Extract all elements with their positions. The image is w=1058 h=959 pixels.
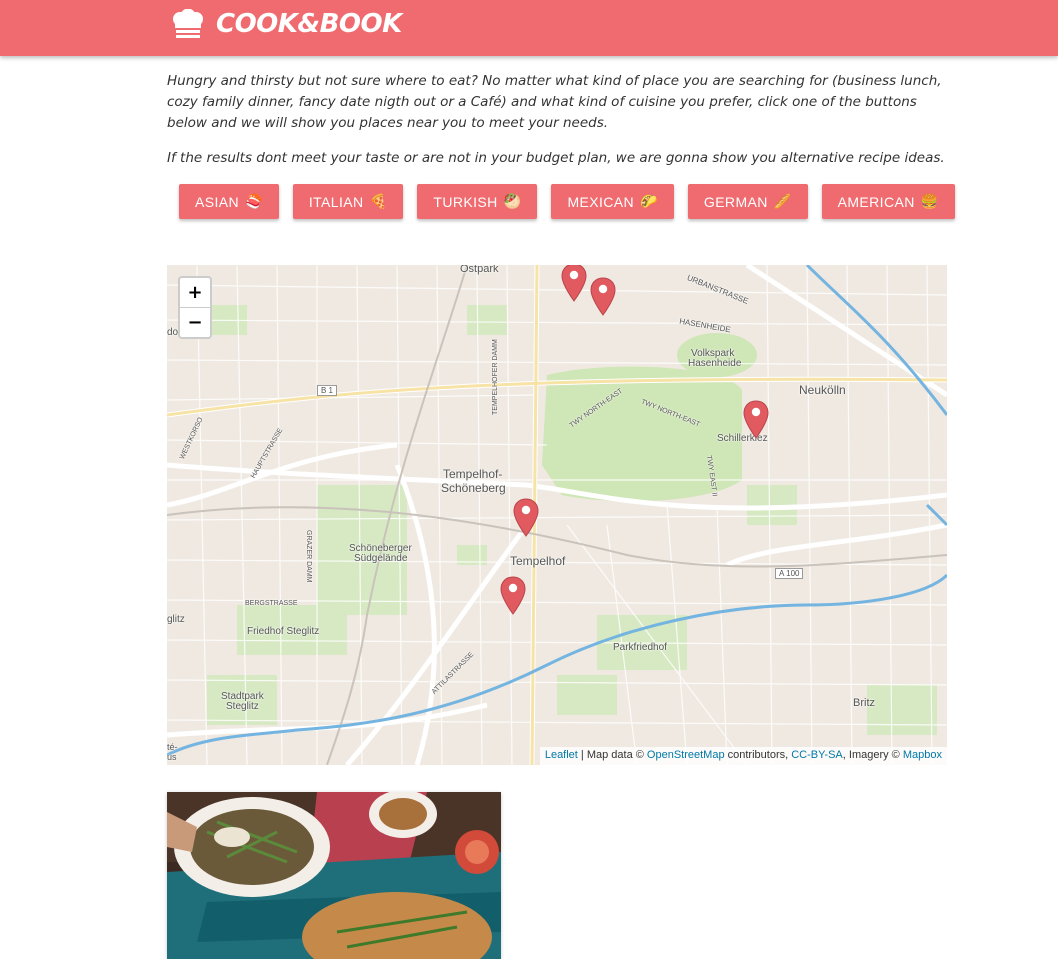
cc-by-sa-link[interactable]: CC-BY-SA bbox=[791, 749, 843, 761]
map-label-neukolln: Neukölln bbox=[799, 383, 846, 397]
top-navbar: COOK&BOOK bbox=[0, 0, 1058, 56]
map-label-tempelhof-schoneberg-2: Schöneberg bbox=[441, 481, 506, 495]
mexican-button[interactable]: MEXICAN 🌮 bbox=[551, 184, 674, 219]
chef-hat-icon bbox=[170, 8, 206, 39]
map-label-ostpark: Ostpark bbox=[460, 265, 499, 275]
kebab-icon: 🥙 bbox=[503, 193, 522, 209]
map-marker-icon[interactable] bbox=[513, 498, 539, 538]
german-button-label: GERMAN bbox=[703, 193, 768, 210]
zoom-control: + − bbox=[178, 276, 212, 339]
map-label-parkfriedhof: Parkfriedhof bbox=[613, 642, 667, 653]
intro-paragraph-1: Hungry and thirsty but not sure where to… bbox=[167, 73, 942, 131]
map-marker-icon[interactable] bbox=[500, 576, 526, 616]
american-button-label: AMERICAN bbox=[837, 193, 915, 210]
openstreetmap-link[interactable]: OpenStreetMap bbox=[647, 749, 725, 761]
map-label-do: do bbox=[167, 327, 179, 338]
map-label-bergstrasse: BERGSTRASSE bbox=[245, 600, 298, 607]
attribution-text-3: , Imagery © bbox=[842, 749, 903, 761]
pizza-icon: 🍕 bbox=[369, 193, 388, 209]
map-label-steglitz: Steglitz bbox=[226, 701, 259, 712]
italian-button-label: ITALIAN bbox=[308, 193, 364, 210]
turkish-button-label: TURKISH bbox=[433, 193, 498, 210]
attribution-text-1: | Map data © bbox=[577, 749, 647, 761]
map-attribution: Leaflet | Map data © OpenStreetMap contr… bbox=[539, 747, 947, 765]
map-label-a100: A 100 bbox=[775, 568, 804, 579]
map-marker-icon[interactable] bbox=[743, 400, 769, 440]
map-label-ste: té- bbox=[167, 742, 178, 752]
map-label-tempelhof: Tempelhof bbox=[510, 554, 566, 568]
taco-icon: 🌮 bbox=[640, 193, 658, 209]
map-tiles bbox=[167, 265, 947, 765]
intro-text: Hungry and thirsty but not sure where to… bbox=[167, 71, 957, 183]
zoom-out-button[interactable]: − bbox=[180, 307, 210, 337]
brand-name: COOK&BOOK bbox=[216, 9, 402, 39]
map-label-b1: B 1 bbox=[317, 385, 338, 396]
map-view[interactable]: Ostpark URBANSTRASSE HASENHEIDE Volkspar… bbox=[167, 265, 947, 765]
map-label-hasenheide-park: Hasenheide bbox=[688, 358, 742, 369]
baguette-icon: 🥖 bbox=[773, 193, 792, 209]
brand-logo[interactable]: COOK&BOOK bbox=[170, 7, 402, 41]
food-image bbox=[167, 792, 501, 959]
map-label-tempelhofer-damm: TEMPELHOFER DAMM bbox=[492, 339, 499, 415]
zoom-in-button[interactable]: + bbox=[180, 278, 210, 307]
map-label-grazer-damm: GRAZER DAMM bbox=[305, 530, 312, 583]
map-label-us: us bbox=[167, 752, 177, 762]
map-marker-icon[interactable] bbox=[561, 265, 587, 303]
asian-button-label: ASIAN bbox=[195, 193, 240, 210]
cuisine-button-group: ASIAN 🍣 ITALIAN 🍕 TURKISH 🥙 MEXICAN 🌮 GE… bbox=[179, 184, 955, 219]
mexican-button-label: MEXICAN bbox=[567, 193, 635, 210]
german-button[interactable]: GERMAN 🥖 bbox=[687, 184, 808, 219]
italian-button[interactable]: ITALIAN 🍕 bbox=[292, 184, 404, 219]
intro-paragraph-2: If the results dont meet your taste or a… bbox=[167, 150, 945, 166]
american-button[interactable]: AMERICAN 🍔 bbox=[821, 184, 955, 219]
map-label-britz: Britz bbox=[853, 697, 875, 709]
map-marker-icon[interactable] bbox=[590, 277, 616, 317]
attribution-text-2: contributors, bbox=[724, 749, 792, 761]
leaflet-link[interactable]: Leaflet bbox=[545, 749, 578, 761]
map-label-friedhof-steglitz: Friedhof Steglitz bbox=[247, 626, 320, 637]
map-label-sudgelande: Südgelände bbox=[354, 553, 408, 564]
map-label-tempelhof-schoneberg-1: Tempelhof- bbox=[443, 467, 503, 481]
asian-button[interactable]: ASIAN 🍣 bbox=[179, 184, 279, 219]
mapbox-link[interactable]: Mapbox bbox=[903, 749, 942, 761]
turkish-button[interactable]: TURKISH 🥙 bbox=[417, 184, 538, 219]
sushi-icon: 🍣 bbox=[245, 193, 263, 209]
map-label-glitz: glitz bbox=[167, 614, 185, 625]
burger-icon: 🍔 bbox=[920, 193, 939, 209]
